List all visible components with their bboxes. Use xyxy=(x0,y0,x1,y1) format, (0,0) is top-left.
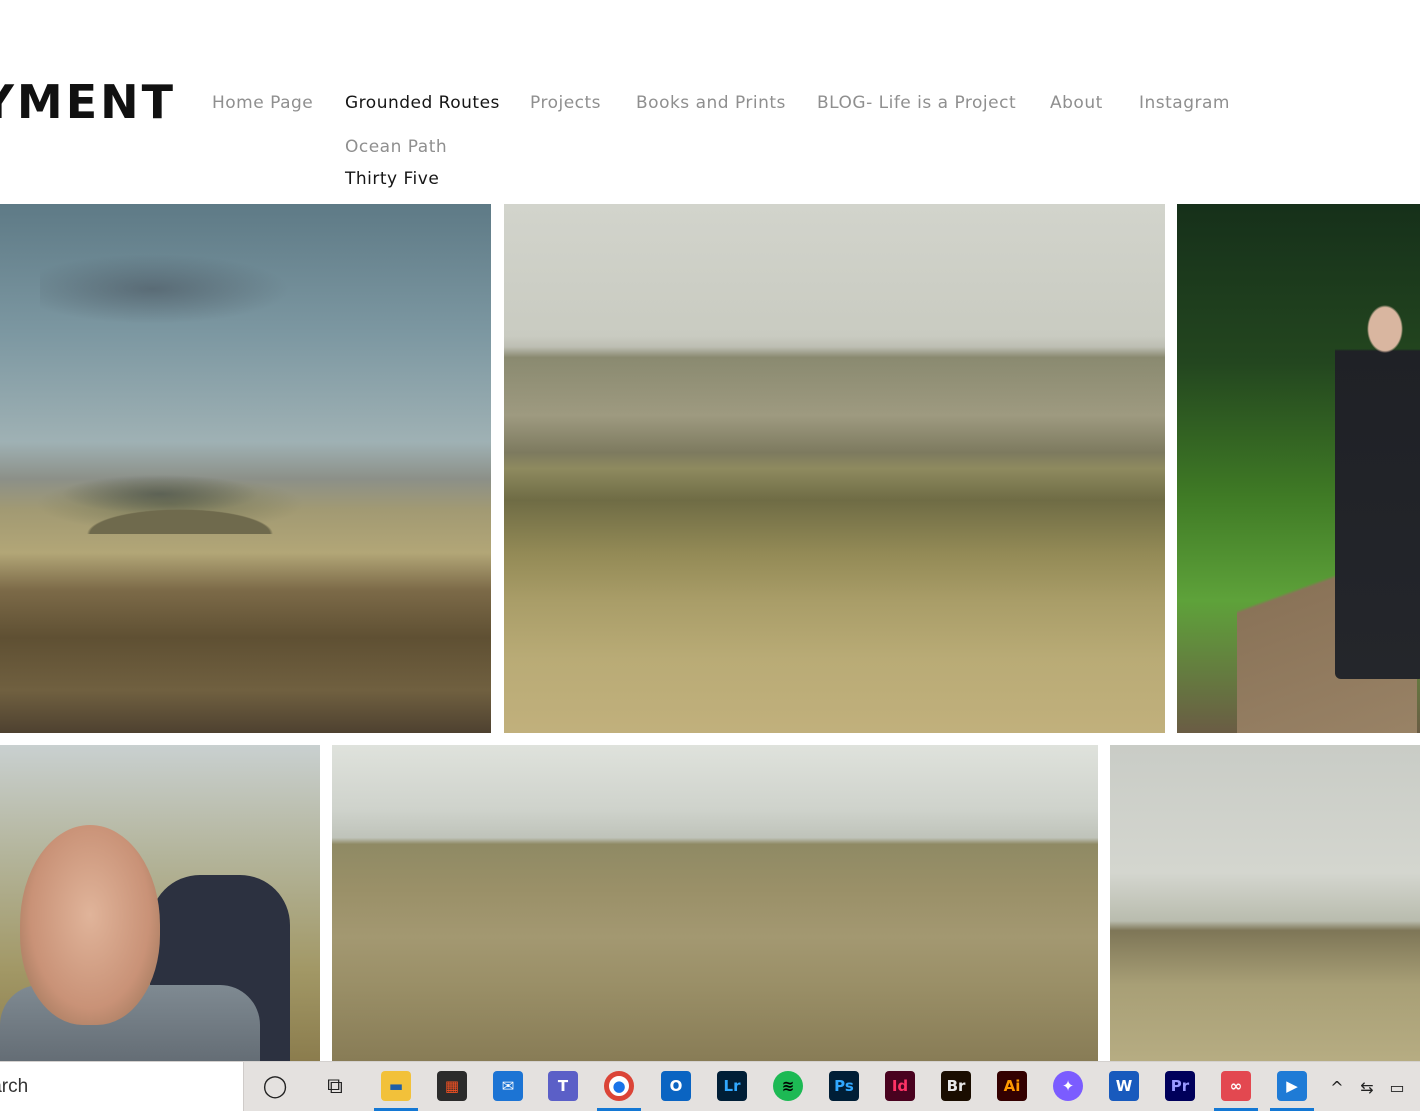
teams-icon[interactable]: T xyxy=(548,1071,578,1101)
nav-instagram[interactable]: Instagram xyxy=(1139,90,1230,116)
network-icon[interactable]: ⇆ xyxy=(1355,1075,1379,1099)
nav-about[interactable]: About xyxy=(1050,90,1103,116)
word-icon[interactable]: W xyxy=(1109,1071,1139,1101)
creative-cloud-icon[interactable]: ∞ xyxy=(1221,1071,1251,1101)
gallery-photo-moorland-hill[interactable] xyxy=(0,204,491,733)
nav-projects[interactable]: Projects xyxy=(530,90,601,116)
chrome-icon[interactable]: ● xyxy=(604,1071,634,1101)
spotify-icon[interactable]: ≋ xyxy=(773,1071,803,1101)
gallery-photo-hiker-forest-path[interactable] xyxy=(1177,204,1420,733)
task-view-icon[interactable]: ⧉ xyxy=(320,1071,350,1101)
nav-home-page[interactable]: Home Page xyxy=(212,90,313,116)
nav-blog[interactable]: BLOG- Life is a Project xyxy=(817,90,1016,116)
file-explorer-icon[interactable]: ▬ xyxy=(381,1071,411,1101)
gallery-photo-grey-sky-hill[interactable] xyxy=(1110,745,1420,1065)
messenger-icon[interactable]: ✦ xyxy=(1053,1071,1083,1101)
nav-grounded-routes[interactable]: Grounded Routes xyxy=(345,90,500,116)
outlook-icon[interactable]: O xyxy=(661,1071,691,1101)
hiker-figure xyxy=(1335,299,1420,679)
cloud-shape xyxy=(40,254,290,324)
lightroom-icon[interactable]: Lr xyxy=(717,1071,747,1101)
cortana-icon[interactable]: ◯ xyxy=(260,1071,290,1101)
premiere-icon[interactable]: Pr xyxy=(1165,1071,1195,1101)
nav-books-and-prints[interactable]: Books and Prints xyxy=(636,90,786,116)
chevron-up-icon[interactable]: ^ xyxy=(1325,1075,1349,1099)
face-shape xyxy=(20,825,160,1025)
gallery-photo-panoramic-moor[interactable] xyxy=(332,745,1098,1065)
media-player-icon[interactable]: ▶ xyxy=(1277,1071,1307,1101)
windows-taskbar: Search ◯ ⧉ ▬ ▦ ✉ T ● O Lr ≋ Ps Id Br Ai … xyxy=(0,1061,1420,1111)
site-logo[interactable]: AYMENT xyxy=(0,72,176,132)
gallery-photo-portrait[interactable] xyxy=(0,745,320,1065)
search-text: Search xyxy=(0,1076,29,1097)
taskbar-search-box[interactable]: Search xyxy=(0,1062,244,1111)
hill-shape xyxy=(30,454,330,534)
mail-icon[interactable]: ✉ xyxy=(493,1071,523,1101)
illustrator-icon[interactable]: Ai xyxy=(997,1071,1027,1101)
submenu-ocean-path[interactable]: Ocean Path xyxy=(345,134,447,166)
bridge-icon[interactable]: Br xyxy=(941,1071,971,1101)
submenu-thirty-five[interactable]: Thirty Five xyxy=(345,166,447,198)
photoshop-icon[interactable]: Ps xyxy=(829,1071,859,1101)
battery-icon[interactable]: ▭ xyxy=(1385,1075,1409,1099)
grounded-routes-submenu: Ocean Path Thirty Five xyxy=(345,134,447,198)
store-icon[interactable]: ▦ xyxy=(437,1071,467,1101)
indesign-icon[interactable]: Id xyxy=(885,1071,915,1101)
gallery-photo-wide-moor[interactable] xyxy=(504,204,1165,733)
